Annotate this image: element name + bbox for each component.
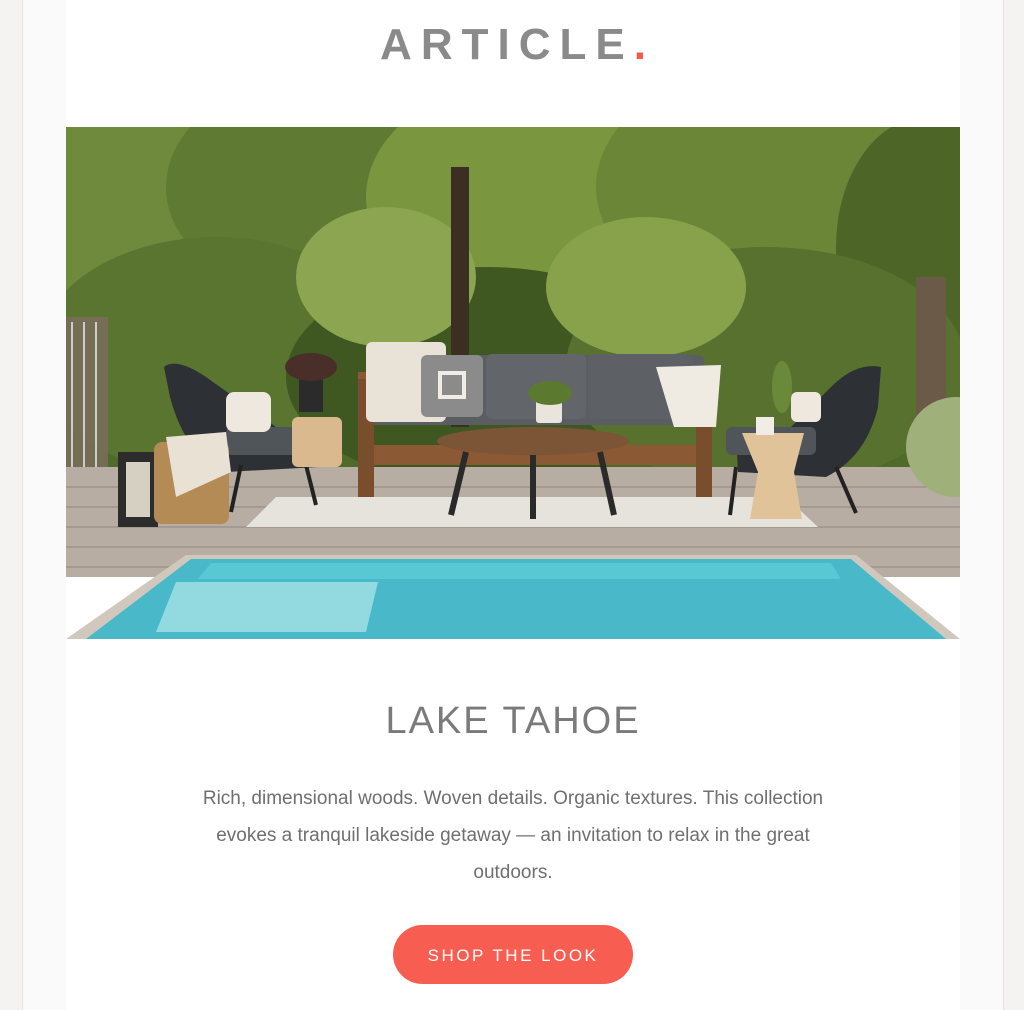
logo-dot: .: [633, 20, 646, 69]
collection-description: Rich, dimensional woods. Woven details. …: [202, 788, 824, 883]
email-body: ARTICLE. LAKE TAHOE Rich, dimensional wo…: [66, 0, 960, 1010]
collection-title: LAKE TAHOE: [385, 700, 641, 742]
shop-the-look-button[interactable]: SHOP THE LOOK: [393, 925, 633, 984]
logo-text: ARTICLE: [380, 20, 634, 69]
brand-logo[interactable]: ARTICLE.: [66, 20, 960, 70]
hero-image[interactable]: [66, 127, 960, 639]
hero-photo: [66, 127, 960, 639]
